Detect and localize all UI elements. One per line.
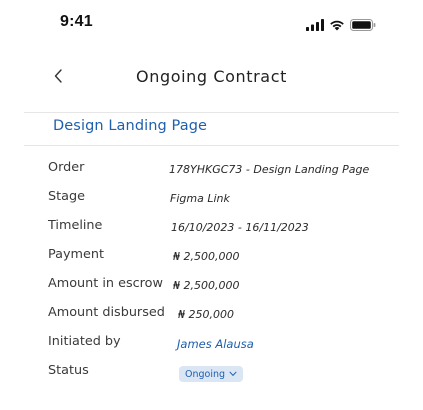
divider [24, 112, 399, 113]
order-value: 178YHKGC73 - Design Landing Page [169, 163, 370, 176]
detail-label: Initiated by [48, 334, 121, 349]
status-dropdown[interactable]: Ongoing [179, 366, 244, 382]
status-icons [306, 16, 376, 35]
detail-label: Amount disbursed [48, 305, 165, 320]
initiator-link[interactable]: James Alausa [177, 337, 254, 351]
project-name: Design Landing Page [53, 118, 208, 134]
divider [24, 145, 399, 146]
detail-label: Timeline [48, 218, 103, 233]
detail-row-payment: Payment ₦ 2,500,000 [48, 247, 398, 269]
status-bar: 9:41 [0, 0, 423, 46]
detail-row-amount-in-escrow: Amount in escrow ₦ 2,500,000 [48, 276, 398, 298]
detail-label: Amount in escrow [48, 276, 163, 291]
cellular-signal-icon [306, 16, 324, 35]
battery-icon [350, 16, 376, 35]
detail-label: Payment [48, 247, 105, 262]
detail-row-order: Order 178YHKGC73 - Design Landing Page [48, 160, 398, 182]
page-title: Ongoing Contract [136, 67, 287, 86]
amount-disbursed-value: ₦ 250,000 [178, 308, 234, 321]
detail-label: Status [48, 363, 89, 378]
timeline-value: 16/10/2023 - 16/11/2023 [171, 221, 309, 234]
chevron-down-icon [229, 369, 237, 380]
detail-label: Order [48, 160, 85, 175]
header: Ongoing Contract [0, 60, 423, 96]
wifi-icon [329, 16, 345, 35]
detail-row-initiated-by: Initiated by James Alausa [48, 334, 398, 356]
detail-row-status: Status Ongoing [48, 363, 398, 385]
detail-label: Stage [48, 189, 85, 204]
status-badge-label: Ongoing [185, 368, 226, 380]
detail-row-timeline: Timeline 16/10/2023 - 16/11/2023 [48, 218, 398, 240]
status-time: 9:41 [60, 13, 93, 30]
detail-row-amount-disbursed: Amount disbursed ₦ 250,000 [48, 305, 398, 327]
stage-value: Figma Link [170, 192, 230, 205]
amount-in-escrow-value: ₦ 2,500,000 [173, 279, 240, 292]
detail-row-stage: Stage Figma Link [48, 189, 398, 211]
payment-value: ₦ 2,500,000 [173, 250, 240, 263]
